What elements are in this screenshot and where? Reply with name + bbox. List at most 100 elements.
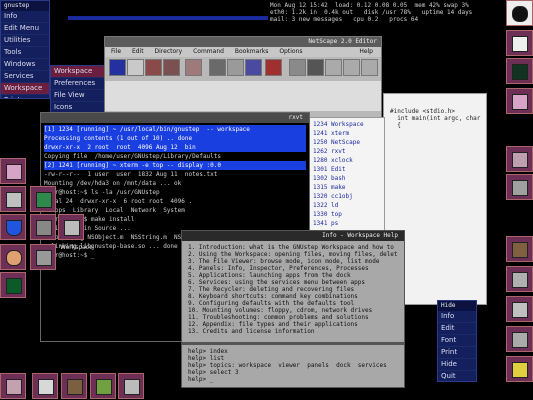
- dock-icon[interactable]: [90, 373, 116, 399]
- small-menu: Hide Info Edit Font Print Hide Quit: [437, 300, 477, 382]
- root-menu-item[interactable]: Services: [1, 71, 49, 83]
- menu-help[interactable]: Help: [359, 47, 373, 57]
- app-icon[interactable]: [0, 214, 26, 240]
- dock-icon[interactable]: [506, 266, 533, 292]
- print-icon[interactable]: [227, 59, 244, 76]
- process-row[interactable]: 1315 make: [313, 183, 381, 192]
- terminal-line: total 24 drwxr-xr-x 6 root root 4096 .: [44, 198, 193, 205]
- menu-options[interactable]: Options: [279, 48, 302, 55]
- terminal-title[interactable]: rxvt: [41, 113, 309, 123]
- process-row[interactable]: 1280 xclock: [313, 156, 381, 165]
- nav-icon-5[interactable]: [361, 59, 378, 76]
- browser-title[interactable]: NetScape 2.0 Editor: [105, 37, 381, 47]
- menu-command[interactable]: Command: [193, 48, 224, 55]
- workspace-icon[interactable]: [30, 186, 56, 212]
- dock-icon[interactable]: [506, 356, 533, 382]
- workspace-icon[interactable]: [30, 244, 56, 270]
- dock-icon[interactable]: [506, 296, 533, 322]
- small-menu-title: Hide: [438, 301, 476, 311]
- home-icon[interactable]: [145, 59, 162, 76]
- small-menu-item[interactable]: Font: [438, 335, 476, 347]
- app-icon[interactable]: [0, 272, 26, 298]
- dock-icon[interactable]: [506, 30, 533, 56]
- workspace-menu-item[interactable]: File View: [51, 90, 107, 102]
- process-row[interactable]: 1262 rxvt: [313, 147, 381, 156]
- dock-icon[interactable]: [506, 174, 533, 200]
- dock-icon[interactable]: [506, 326, 533, 352]
- root-menu-item[interactable]: Utilities: [1, 35, 49, 47]
- app-icon[interactable]: [0, 244, 26, 270]
- workspace-icon[interactable]: [58, 214, 84, 240]
- doc-line: 10. Mounting volumes: floppy, cdrom, net…: [188, 307, 373, 314]
- editor-text: #include <stdio.h> int main(int argc, ch…: [384, 94, 486, 129]
- small-menu-item[interactable]: Info: [438, 311, 476, 323]
- root-menu-item[interactable]: Windows: [1, 59, 49, 71]
- process-row[interactable]: 1301 Edit: [313, 165, 381, 174]
- nav-icon-2[interactable]: [307, 59, 324, 76]
- dock-icon[interactable]: [506, 236, 533, 262]
- back-icon[interactable]: [109, 59, 126, 76]
- process-row[interactable]: 1302 bash: [313, 174, 381, 183]
- open-icon[interactable]: [209, 59, 226, 76]
- dock-icon[interactable]: [32, 373, 58, 399]
- small-menu-item[interactable]: Edit: [438, 323, 476, 335]
- terminal-line: Mounting /dev/hda3 on /mnt/data ... ok: [44, 180, 182, 187]
- doc-title[interactable]: Info - Workspace Help: [182, 231, 404, 241]
- doc-line: 4. Panels: Info, Inspector, Preferences,…: [188, 265, 369, 272]
- doc-line: 11. Troubleshooting: common problems and…: [188, 314, 369, 321]
- editor-line: int main(int argc, char **argv): [397, 115, 481, 122]
- process-row[interactable]: 1320 cc1obj: [313, 192, 381, 201]
- workspace-menu-item[interactable]: Preferences: [51, 78, 107, 90]
- dock-icon[interactable]: [506, 58, 533, 84]
- dock-icon[interactable]: [506, 146, 533, 172]
- find-icon[interactable]: [245, 59, 262, 76]
- nav-icon-4[interactable]: [343, 59, 360, 76]
- terminal-line: Copying file /home/user/GNUstep/Library/…: [44, 153, 222, 160]
- doc-line: 6. Services: using the services menu bet…: [188, 279, 366, 286]
- dock-icon[interactable]: [61, 373, 87, 399]
- app-icon[interactable]: [0, 186, 26, 212]
- small-menu-item[interactable]: Print: [438, 347, 476, 359]
- menu-bookmarks[interactable]: Bookmarks: [235, 48, 269, 55]
- process-row[interactable]: 1241 xterm: [313, 129, 381, 138]
- root-menu-item[interactable]: Workspace: [1, 83, 49, 95]
- terminal-line: user@host:~$ ls -la /usr/GNUstep: [44, 189, 160, 196]
- root-menu-item[interactable]: Info: [1, 11, 49, 23]
- nav-icon-1[interactable]: [289, 59, 306, 76]
- menu-file[interactable]: File: [111, 48, 121, 55]
- process-row[interactable]: 1330 top: [313, 210, 381, 219]
- browser-menubar: File Edit Directory Command Bookmarks Op…: [105, 47, 381, 57]
- images-icon[interactable]: [185, 59, 202, 76]
- terminal-line: -rw-r--r-- 1 user user 1832 Aug 11 notes…: [44, 171, 218, 178]
- process-row[interactable]: 1341 ps: [313, 219, 381, 228]
- doc-line: 7. The Recycler: deleting and recovering…: [188, 286, 355, 293]
- small-menu-item[interactable]: Quit: [438, 371, 476, 381]
- doc-line: 5. Applications: launching apps from the…: [188, 272, 351, 279]
- dock-icon[interactable]: [0, 373, 26, 399]
- root-menu-item[interactable]: Edit Menu: [1, 23, 49, 35]
- small-menu-item[interactable]: Hide: [438, 359, 476, 371]
- app-icon[interactable]: [0, 158, 26, 184]
- process-row[interactable]: 1322 ld: [313, 201, 381, 210]
- process-row[interactable]: 1234 Workspace: [313, 120, 381, 129]
- stop-icon[interactable]: [265, 59, 282, 76]
- process-row[interactable]: 1250 NetScape: [313, 138, 381, 147]
- nav-icon-3[interactable]: [325, 59, 342, 76]
- doc-line: 9. Configuring defaults with the default…: [188, 300, 355, 307]
- terminal-line: drwxr-xr-x 2 root root 4096 Aug 12 bin: [44, 143, 306, 152]
- dock-icon[interactable]: [506, 0, 533, 26]
- dock-icon[interactable]: [118, 373, 144, 399]
- reload-icon[interactable]: [163, 59, 180, 76]
- status-line: mail: 3 new messages cpu 0.2 procs 64: [270, 16, 419, 23]
- workspace-menu-item[interactable]: Workspace: [51, 66, 107, 78]
- top-status: Mon Aug 12 15:42 load: 0.12 0.08 0.05 me…: [270, 2, 500, 26]
- root-menu-item[interactable]: Tools: [1, 47, 49, 59]
- browser-content: [105, 81, 381, 111]
- workspace-icon[interactable]: [30, 214, 56, 240]
- menu-directory[interactable]: Directory: [155, 48, 183, 55]
- root-menu-item[interactable]: Print: [1, 95, 49, 98]
- dock-icon[interactable]: [506, 88, 533, 114]
- forward-icon[interactable]: [127, 59, 144, 76]
- menu-edit[interactable]: Edit: [132, 48, 144, 55]
- browser-window: NetScape 2.0 Editor File Edit Directory …: [104, 36, 382, 118]
